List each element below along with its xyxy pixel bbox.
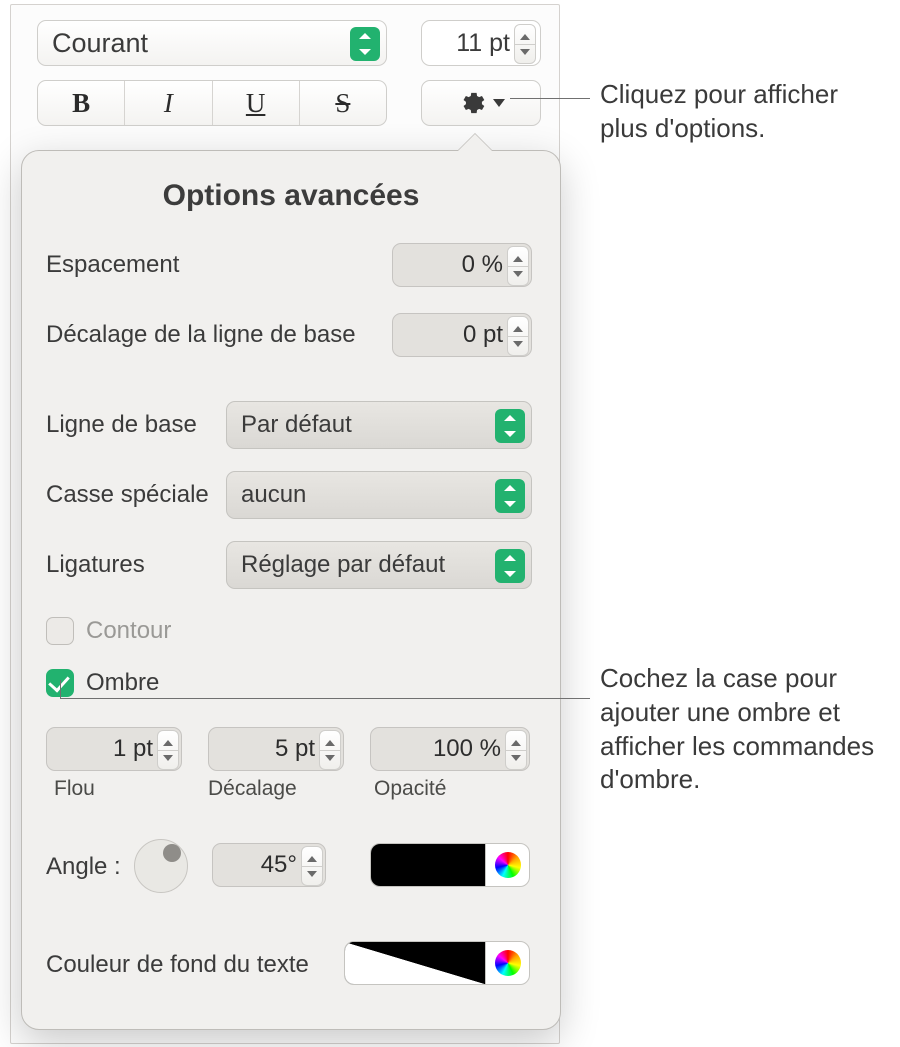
shadow-offset-stepper[interactable] (319, 730, 341, 770)
color-wheel-icon (495, 950, 521, 976)
angle-dial[interactable] (134, 839, 188, 893)
shadow-opacity-field[interactable]: 100 % (370, 727, 530, 771)
baseline-offset-label: Décalage de la ligne de base (46, 321, 356, 349)
shadow-blur-stepper[interactable] (157, 730, 179, 770)
format-panel: Courant 11 pt B I U S Options avancées E… (10, 4, 560, 1044)
shadow-color-swatch (371, 844, 485, 886)
callout-advanced-options: Cliquez pour afficher plus d'options. (600, 78, 890, 146)
contour-row: Contour (46, 617, 171, 645)
ligatures-label: Ligatures (46, 551, 145, 579)
color-picker-button[interactable] (485, 942, 529, 984)
updown-icon (495, 479, 525, 513)
color-picker-button[interactable] (485, 844, 529, 886)
baseline-offset-stepper[interactable] (507, 316, 529, 356)
shadow-opacity-value: 100 % (433, 735, 501, 763)
shadow-blur-field[interactable]: 1 pt (46, 727, 182, 771)
shadow-offset-field[interactable]: 5 pt (208, 727, 344, 771)
shadow-opacity-stepper[interactable] (505, 730, 527, 770)
angle-field[interactable]: 45° (212, 843, 326, 887)
font-size-field[interactable]: 11 pt (421, 20, 541, 66)
font-size-value: 11 pt (456, 29, 510, 58)
contour-label: Contour (86, 617, 171, 645)
updown-icon (350, 27, 380, 61)
updown-icon (495, 409, 525, 443)
spacing-label: Espacement (46, 251, 179, 279)
callout-shadow-checkbox: Cochez la case pour ajouter une ombre et… (600, 662, 890, 797)
shadow-blur-label: Flou (54, 777, 95, 801)
spacing-stepper[interactable] (507, 246, 529, 286)
case-label: Casse spéciale (46, 481, 209, 509)
baseline-label: Ligne de base (46, 411, 197, 439)
angle-label: Angle : (46, 853, 121, 881)
baseline-select-value: Par défaut (241, 411, 352, 439)
italic-button[interactable]: I (125, 81, 212, 125)
text-bg-color-well[interactable] (344, 941, 530, 985)
ligatures-select-value: Réglage par défaut (241, 551, 445, 579)
shadow-offset-label: Décalage (208, 777, 297, 801)
spacing-value: 0 % (462, 251, 503, 279)
strike-button[interactable]: S (300, 81, 386, 125)
ligatures-select[interactable]: Réglage par défaut (226, 541, 532, 589)
shadow-color-well[interactable] (370, 843, 530, 887)
case-select[interactable]: aucun (226, 471, 532, 519)
callout-leader (60, 698, 590, 699)
baseline-offset-field[interactable]: 0 pt (392, 313, 532, 357)
text-bg-color-label: Couleur de fond du texte (46, 951, 309, 979)
shadow-row: Ombre (46, 669, 159, 697)
shadow-blur-value: 1 pt (113, 735, 153, 763)
font-family-select[interactable]: Courant (37, 20, 387, 66)
shadow-opacity-label: Opacité (374, 777, 446, 801)
angle-value: 45° (261, 851, 297, 879)
shadow-label: Ombre (86, 669, 159, 697)
underline-button[interactable]: U (213, 81, 300, 125)
font-family-value: Courant (52, 28, 148, 59)
text-style-segment: B I U S (37, 80, 387, 126)
popover-title: Options avancées (22, 179, 560, 213)
gear-icon (457, 89, 485, 117)
color-wheel-icon (495, 852, 521, 878)
shadow-offset-value: 5 pt (275, 735, 315, 763)
spacing-field[interactable]: 0 % (392, 243, 532, 287)
advanced-options-popover: Options avancées Espacement 0 % Décalage… (21, 150, 561, 1030)
case-select-value: aucun (241, 481, 306, 509)
callout-leader (60, 680, 61, 698)
bold-button[interactable]: B (38, 81, 125, 125)
angle-stepper[interactable] (301, 846, 323, 886)
updown-icon (495, 549, 525, 583)
text-bg-color-swatch (345, 942, 485, 984)
contour-checkbox[interactable] (46, 617, 74, 645)
callout-leader (510, 98, 590, 99)
font-size-stepper[interactable] (514, 24, 536, 64)
baseline-select[interactable]: Par défaut (226, 401, 532, 449)
baseline-offset-value: 0 pt (463, 321, 503, 349)
chevron-down-icon (493, 99, 505, 107)
advanced-options-button[interactable] (421, 80, 541, 126)
